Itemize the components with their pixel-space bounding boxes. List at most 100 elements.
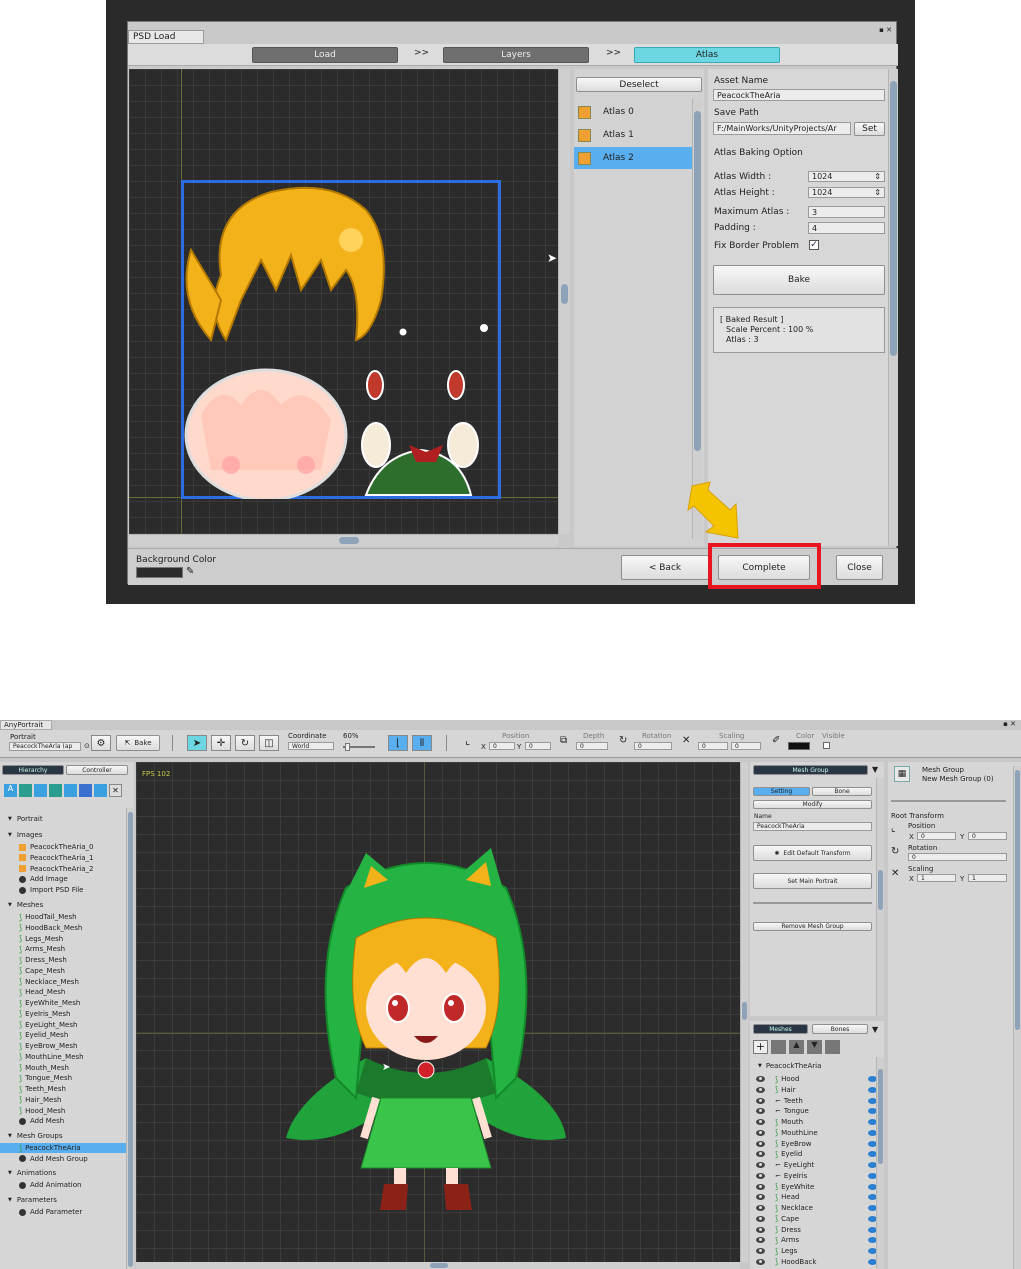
mesh-layer-row[interactable]: ⌐ EyeLight <box>756 1160 877 1170</box>
close-button[interactable]: Close <box>836 555 883 580</box>
eye-icon[interactable] <box>756 1248 765 1254</box>
hierarchy-item[interactable]: PeacockTheAria_0 <box>0 842 126 852</box>
visible-checkbox[interactable] <box>823 742 830 749</box>
hierarchy-item[interactable]: ⟆ EyeWhite_Mesh <box>0 998 126 1008</box>
deselect-button[interactable]: Deselect <box>576 77 702 92</box>
scale-y-field[interactable]: 0 <box>731 742 761 750</box>
eye-icon[interactable] <box>756 1226 765 1233</box>
editor-viewport[interactable]: FPS 102 ➤ <box>136 762 740 1262</box>
color-swatch[interactable] <box>788 742 810 750</box>
section-images_section[interactable]: ▼ Images <box>8 831 42 839</box>
bone-view-icon[interactable]: ⫴ <box>412 735 432 751</box>
insp-pos-x-field[interactable]: 0 <box>917 832 956 840</box>
mesh-layer-row[interactable]: ⟆ EyeWhite <box>756 1182 877 1192</box>
hierarchy-item[interactable]: PeacockTheAria_2 <box>0 864 126 874</box>
eye-icon[interactable] <box>756 1076 765 1082</box>
eye-icon[interactable] <box>756 1183 765 1190</box>
fix-border-checkbox[interactable]: ✓ <box>809 240 819 250</box>
hierarchy-item[interactable]: ⟆ HoodTail_Mesh <box>0 912 126 922</box>
hierarchy-item[interactable]: ⟆ Hood_Mesh <box>0 1106 126 1116</box>
pos-y-field[interactable]: 0 <box>525 742 551 750</box>
hierarchy-item[interactable]: PeacockTheAria_1 <box>0 853 126 863</box>
insp-scale-x-field[interactable]: 1 <box>917 874 956 882</box>
insp-scale-y-field[interactable]: 1 <box>968 874 1007 882</box>
tab-bone[interactable]: Bone <box>812 787 872 796</box>
section-mesh_groups_section[interactable]: ▼ Mesh Groups <box>8 1132 62 1140</box>
rotation-field[interactable]: 0 <box>634 742 672 750</box>
eye-icon[interactable] <box>756 1172 765 1179</box>
mesh-layer-row[interactable]: ⟆ Dress <box>756 1225 877 1235</box>
edit-default-transform-button[interactable]: ✺ Edit Default Transform <box>753 845 872 861</box>
mesh-layer-row[interactable]: ⟆ Eyelid <box>756 1149 877 1159</box>
mesh-layer-row[interactable]: ⟆ Legs <box>756 1246 877 1256</box>
mesh-layer-row[interactable]: ⟆ Head <box>756 1192 877 1202</box>
eye-icon[interactable] <box>756 1108 765 1115</box>
bg-color-swatch[interactable] <box>136 567 183 578</box>
hierarchy-item[interactable]: ⟆ Cape_Mesh <box>0 966 126 976</box>
set-path-button[interactable]: Set <box>854 122 885 136</box>
section-portrait_section[interactable]: ▼ Portrait <box>8 815 43 823</box>
eyedropper-icon[interactable]: ✎ <box>186 566 194 577</box>
eye-icon[interactable] <box>756 1194 765 1201</box>
hierarchy-item[interactable]: ⟆ Necklace_Mesh <box>0 977 126 987</box>
bake-toolbar-button[interactable]: ⇱ Bake <box>116 735 160 751</box>
eye-icon[interactable] <box>756 1119 765 1125</box>
hierarchy-item[interactable]: Add Mesh <box>0 1116 126 1126</box>
atlas-item-2[interactable]: Atlas 2 <box>574 147 692 169</box>
move-tool-icon[interactable]: ✛ <box>211 735 231 751</box>
mesh-layer-row[interactable]: ⌐ EyeIris <box>756 1171 877 1181</box>
hierarchy-item[interactable]: Add Mesh Group <box>0 1154 126 1164</box>
mesh-layer-row[interactable]: ⟆ Arms <box>756 1235 877 1245</box>
eye-icon[interactable] <box>756 1140 765 1147</box>
settings-scrollbar[interactable] <box>888 69 898 546</box>
meshes-scrollbar[interactable] <box>876 1057 884 1269</box>
atlas-item-0[interactable]: Atlas 0 <box>574 101 692 123</box>
atlas-width-select[interactable]: 1024 ⇕ <box>808 171 885 182</box>
hierarchy-item[interactable]: ⟆ Mouth_Mesh <box>0 1063 126 1073</box>
hierarchy-item[interactable]: ⟆ Teeth_Mesh <box>0 1084 126 1094</box>
section-meshes_section[interactable]: ▼ Meshes <box>8 901 43 909</box>
step-layers[interactable]: Layers <box>443 47 589 63</box>
mesh-layer-row[interactable]: ⌐ Tongue <box>756 1106 877 1116</box>
hierarchy-item[interactable]: ⟆ Arms_Mesh <box>0 944 126 954</box>
asset-name-field[interactable]: PeacockTheAria <box>713 89 885 101</box>
scale-tool-icon[interactable]: ◫ <box>259 735 279 751</box>
step-load[interactable]: Load <box>252 47 398 63</box>
padding-field[interactable]: 4 <box>808 222 885 234</box>
mesh-layer-row[interactable]: ⟆ MouthLine <box>756 1128 877 1138</box>
name-field[interactable]: PeacockTheAria <box>753 822 872 831</box>
hierarchy-item[interactable]: ⟆ Dress_Mesh <box>0 955 126 965</box>
eye-icon[interactable] <box>756 1162 765 1168</box>
portrait-object-icon[interactable]: ⊙ <box>84 742 90 750</box>
hierarchy-item[interactable]: ⟆ EyeIris_Mesh <box>0 1009 126 1019</box>
hierarchy-item[interactable]: ⟆ Legs_Mesh <box>0 934 126 944</box>
back-button[interactable]: < Back <box>621 555 709 580</box>
save-path-field[interactable]: F:/MainWorks/UnityProjects/Ar <box>713 122 851 135</box>
hierarchy-item[interactable]: ⟆ Hair_Mesh <box>0 1095 126 1105</box>
atlas-item-1[interactable]: Atlas 1 <box>574 124 692 146</box>
hierarchy-item[interactable]: ⟆ PeacockTheAria <box>0 1143 126 1153</box>
atlas-height-select[interactable]: 1024 ⇕ <box>808 187 885 198</box>
eye-icon[interactable] <box>756 1129 765 1136</box>
hierarchy-scrollbar[interactable] <box>126 808 134 1269</box>
zoom-slider[interactable] <box>343 743 375 751</box>
remove-mesh-group-button[interactable]: Remove Mesh Group <box>753 922 872 931</box>
mesh-layer-row[interactable]: ⟆ Hair <box>756 1085 877 1095</box>
bake-button[interactable]: Bake <box>713 265 885 295</box>
hierarchy-item[interactable]: ⟆ MouthLine_Mesh <box>0 1052 126 1062</box>
window-controls-icon[interactable]: ▪ ✕ <box>1003 720 1016 728</box>
atlas-preview-canvas[interactable]: ➤ <box>129 69 558 534</box>
hierarchy-item[interactable]: ⟆ Eyelid_Mesh <box>0 1030 126 1040</box>
coordinate-select[interactable]: World <box>288 742 334 750</box>
mesh-layer-row[interactable]: ⟆ EyeBrow <box>756 1139 877 1149</box>
eye-icon[interactable] <box>756 1086 765 1093</box>
preview-vscrollbar[interactable] <box>558 69 570 534</box>
eye-icon[interactable] <box>756 1097 765 1104</box>
hierarchy-item[interactable]: Add Parameter <box>0 1207 126 1217</box>
hierarchy-item[interactable]: ⟆ EyeBrow_Mesh <box>0 1041 126 1051</box>
eye-icon[interactable] <box>756 1237 765 1244</box>
section-parameters_section[interactable]: ▼ Parameters <box>8 1196 57 1204</box>
inspector-scrollbar[interactable] <box>1013 766 1021 1269</box>
tab-setting[interactable]: Setting <box>753 787 810 796</box>
mesh-group-scrollbar[interactable] <box>876 778 884 1016</box>
